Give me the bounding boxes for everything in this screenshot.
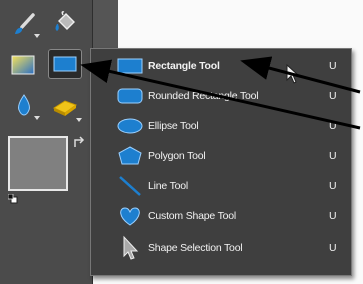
menu-item-line-tool[interactable]: Line Tool U	[91, 171, 351, 201]
ellipse-icon	[115, 114, 145, 138]
menu-item-shortcut: U	[329, 242, 337, 254]
menu-item-label: Shape Selection Tool	[148, 242, 243, 254]
swap-colors-icon[interactable]	[72, 136, 86, 150]
paint-bucket-icon	[55, 11, 75, 31]
selection-arrow-icon	[115, 235, 145, 260]
rectangle-icon	[115, 54, 145, 78]
line-icon	[115, 174, 145, 198]
selected-bullet-icon	[99, 64, 103, 68]
menu-item-custom-shape-tool[interactable]: Custom Shape Tool U	[91, 201, 351, 231]
color-swatches	[8, 136, 86, 204]
menu-item-shortcut: U	[329, 60, 337, 72]
sponge-icon	[52, 100, 78, 116]
menu-item-label: Line Tool	[148, 180, 189, 192]
menu-item-rectangle-tool[interactable]: Rectangle Tool U	[91, 51, 351, 81]
menu-item-label: Ellipse Tool	[148, 120, 199, 132]
gradient-tool[interactable]	[8, 50, 38, 80]
mouse-cursor-icon	[286, 64, 300, 84]
menu-item-shortcut: U	[329, 210, 337, 222]
menu-item-polygon-tool[interactable]: Polygon Tool U	[91, 141, 351, 171]
toolbox-panel	[0, 0, 93, 284]
shape-tools-flyout-menu: Rectangle Tool U Rounded Rectangle Tool …	[90, 48, 352, 276]
tool-group-arrow	[76, 118, 82, 122]
foreground-color-swatch[interactable]	[8, 136, 68, 191]
menu-item-shape-selection-tool[interactable]: Shape Selection Tool U	[91, 233, 351, 263]
menu-item-shortcut: U	[329, 90, 337, 102]
menu-item-ellipse-tool[interactable]: Ellipse Tool U	[91, 111, 351, 141]
menu-item-label: Custom Shape Tool	[148, 210, 237, 222]
rectangle-shape-icon	[53, 56, 77, 72]
tool-group-arrow	[34, 34, 40, 38]
menu-item-shortcut: U	[329, 120, 337, 132]
polygon-icon	[115, 144, 145, 168]
paint-bucket-tool[interactable]	[50, 8, 80, 38]
tool-group-arrow	[34, 116, 40, 120]
menu-item-label: Rounded Rectangle Tool	[148, 90, 259, 102]
menu-item-shortcut: U	[329, 150, 337, 162]
heart-icon	[115, 204, 145, 228]
gradient-icon	[11, 55, 35, 75]
blur-drop-icon	[18, 94, 30, 116]
menu-item-label: Rectangle Tool	[148, 60, 220, 72]
menu-item-label: Polygon Tool	[148, 150, 206, 162]
menu-item-shortcut: U	[329, 180, 337, 192]
menu-item-rounded-rectangle-tool[interactable]: Rounded Rectangle Tool U	[91, 81, 351, 111]
default-colors-icon[interactable]	[8, 194, 18, 204]
rounded-rectangle-icon	[115, 84, 145, 108]
shape-tool[interactable]	[48, 49, 82, 79]
